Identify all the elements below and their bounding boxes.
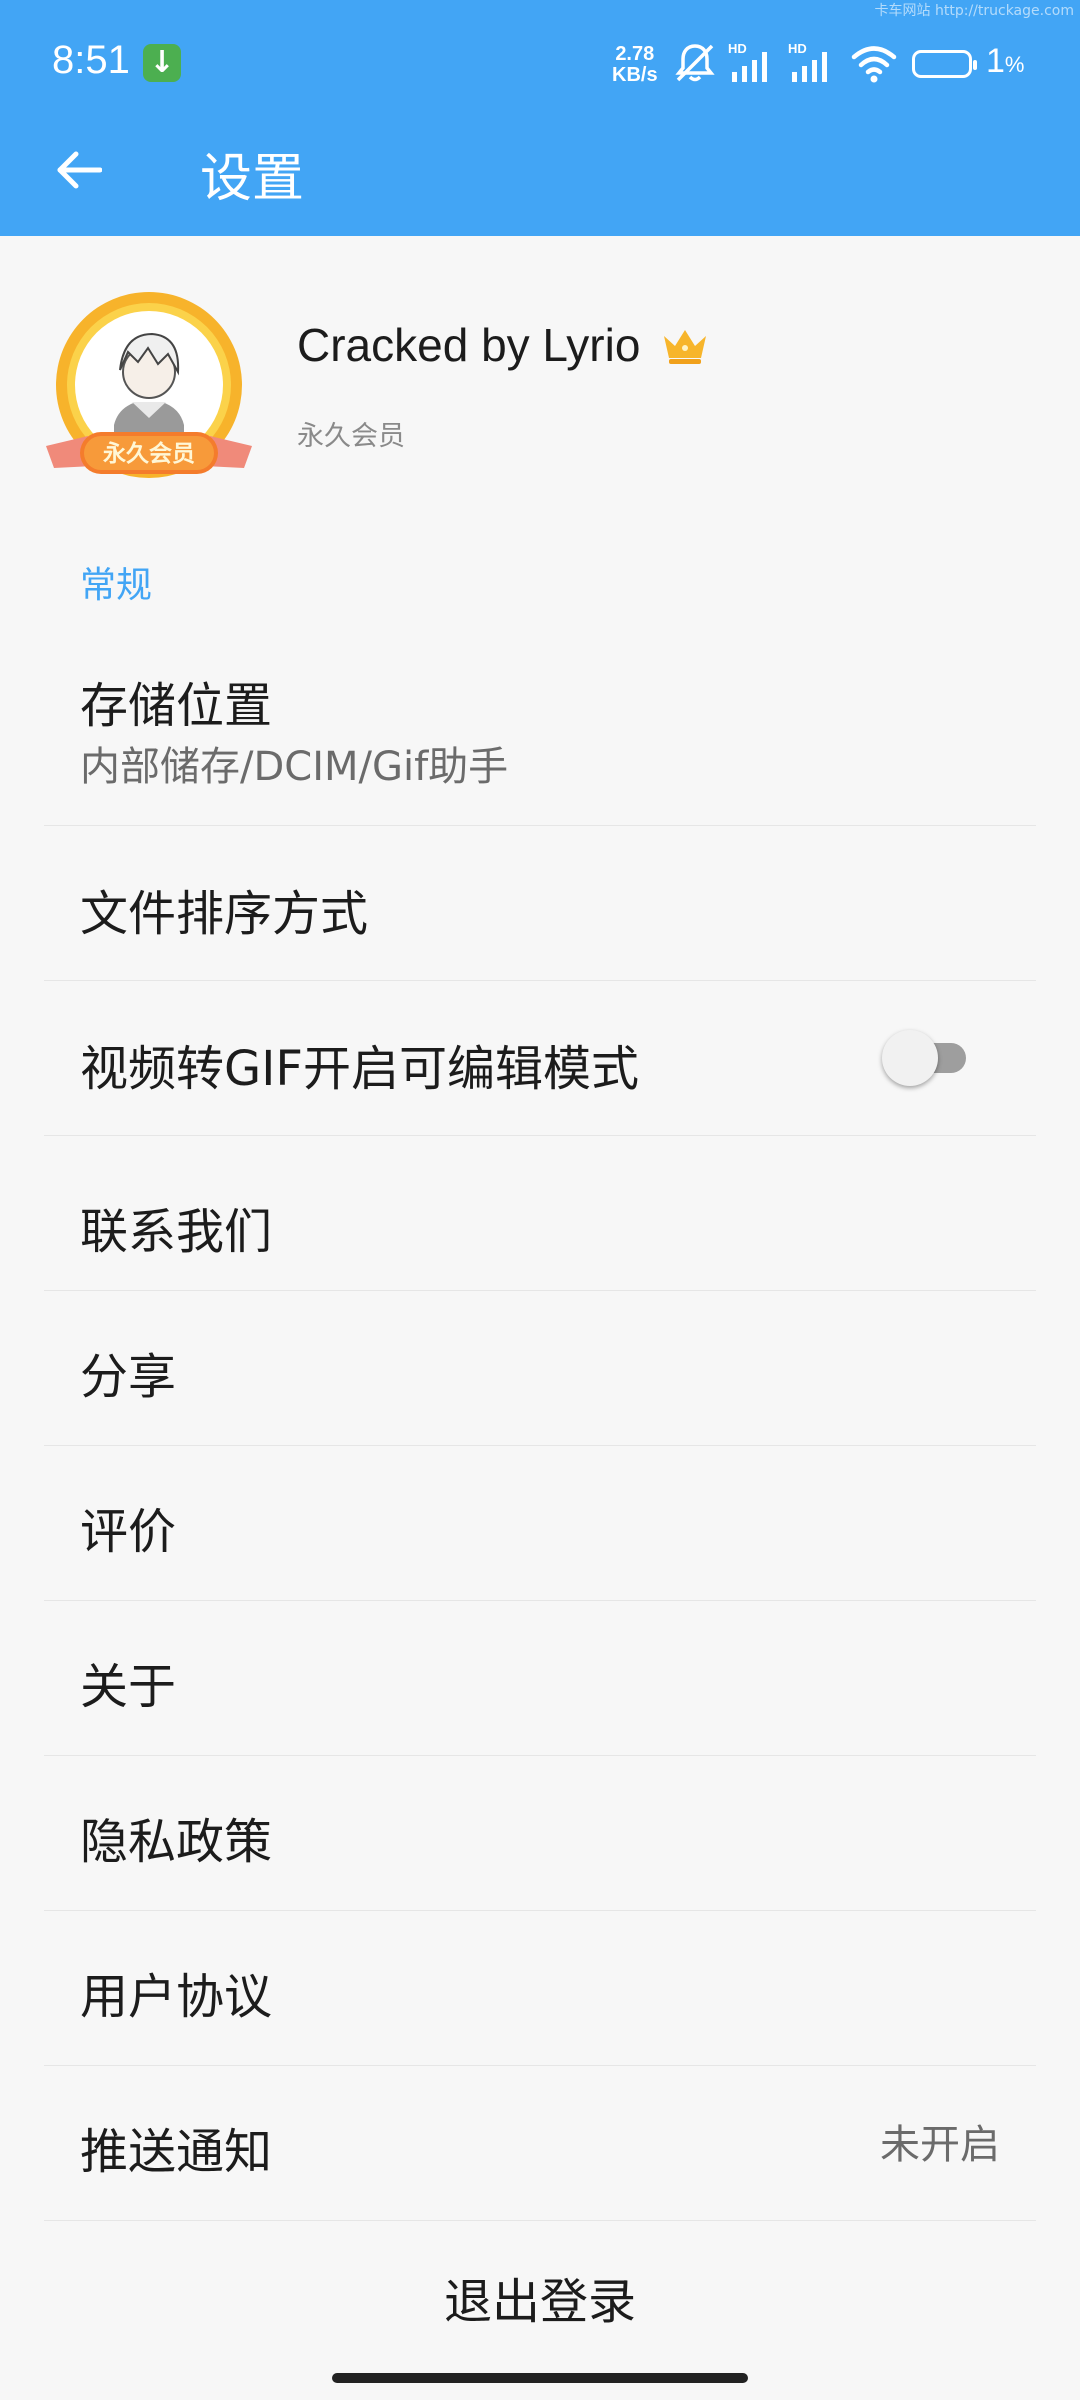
setting-rate[interactable]: 评价 — [44, 1446, 1036, 1601]
logout-button[interactable]: 退出登录 — [0, 2262, 1080, 2332]
download-notification-icon: ↓ — [143, 44, 181, 82]
status-bar: 8:51 ↓ 2.78 KB/s HD HD 1% 卡车网站 http://tr… — [0, 0, 1080, 128]
video-gif-edit-toggle[interactable] — [882, 1030, 972, 1086]
user-name: Cracked by Lyrio — [297, 319, 641, 371]
signal-1-icon: HD — [728, 41, 767, 82]
setting-label: 评价 — [80, 1504, 177, 1560]
setting-sort-order[interactable]: 文件排序方式 — [44, 826, 1036, 981]
setting-share[interactable]: 分享 — [44, 1291, 1036, 1446]
setting-label: 推送通知 — [80, 2124, 273, 2180]
setting-label: 隐私政策 — [80, 1814, 273, 1870]
setting-label: 文件排序方式 — [80, 886, 369, 942]
setting-contact-us[interactable]: 联系我们 — [44, 1136, 1036, 1291]
setting-privacy-policy[interactable]: 隐私政策 — [44, 1756, 1036, 1911]
setting-label: 视频转GIF开启可编辑模式 — [80, 1041, 639, 1097]
push-notification-status: 未开启 — [880, 2122, 1000, 2168]
svg-text:HD: HD — [728, 41, 747, 56]
setting-label: 存储位置 — [80, 678, 273, 734]
svg-text:HD: HD — [788, 41, 807, 56]
setting-label: 联系我们 — [80, 1204, 273, 1260]
setting-push-notification[interactable]: 推送通知 未开启 — [44, 2066, 1036, 2221]
crown-icon — [664, 330, 706, 364]
setting-video-gif-edit[interactable]: 视频转GIF开启可编辑模式 — [44, 981, 1036, 1136]
watermark: 卡车网站 http://truckage.com — [874, 3, 1074, 19]
section-header-general: 常规 — [80, 565, 153, 606]
setting-value: 内部储存/DCIM/Gif助手 — [80, 744, 509, 790]
status-time: 8:51 — [52, 38, 130, 82]
svg-text:永久会员: 永久会员 — [103, 440, 195, 467]
avatar[interactable]: 永久会员 — [44, 290, 254, 490]
signal-2-icon: HD — [788, 41, 827, 82]
setting-user-agreement[interactable]: 用户协议 — [44, 1911, 1036, 2066]
battery-icon — [912, 50, 977, 78]
membership-status: 永久会员 — [297, 421, 405, 452]
page-title: 设置 — [200, 149, 305, 209]
wifi-icon — [851, 46, 897, 83]
setting-label: 关于 — [80, 1659, 177, 1715]
gesture-nav-bar[interactable] — [332, 2373, 748, 2383]
mute-icon — [675, 44, 715, 82]
setting-about[interactable]: 关于 — [44, 1601, 1036, 1756]
back-arrow-icon[interactable] — [56, 150, 102, 190]
network-speed: 2.78 KB/s — [612, 43, 658, 86]
setting-label: 分享 — [80, 1349, 177, 1405]
battery-percent: 1% — [986, 42, 1025, 80]
setting-label: 用户协议 — [80, 1969, 273, 2025]
setting-storage-location[interactable]: 存储位置 内部储存/DCIM/Gif助手 — [44, 648, 1036, 826]
